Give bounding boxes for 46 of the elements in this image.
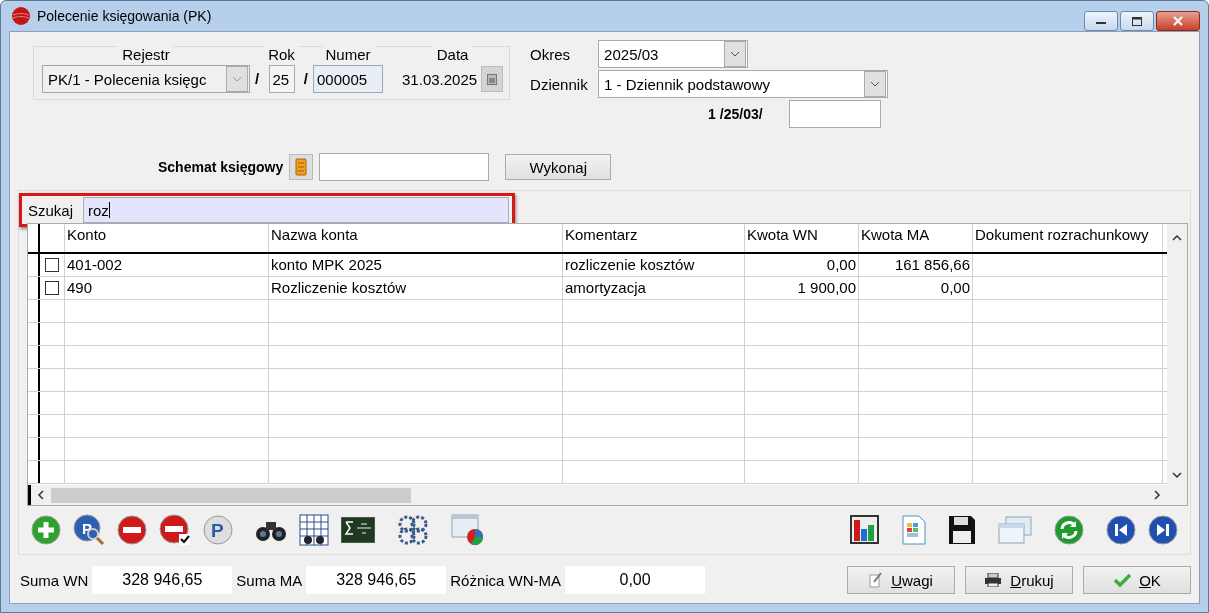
post-button[interactable]: P: [203, 515, 233, 545]
journal-dropdown[interactable]: 1 - Dziennik podstawowy: [598, 70, 889, 98]
field-label: Schemat księgowy: [158, 159, 284, 175]
summary-label: Suma WN: [19, 571, 90, 589]
execute-button[interactable]: Wykonaj: [505, 154, 612, 180]
window-title: Polecenie księgowania (PK): [37, 8, 212, 24]
column-header[interactable]: Kwota MA: [859, 224, 973, 252]
summary-value: 328 946,65: [306, 566, 447, 594]
summary-label: Suma MA: [235, 571, 304, 589]
separator-text: /: [254, 70, 261, 89]
table-cell: 161 856,66: [859, 254, 973, 276]
summary-label: Różnica WN-MA: [449, 571, 563, 589]
field-label: Rejestr: [118, 46, 174, 63]
summary-value: 0,00: [565, 566, 706, 594]
print-button[interactable]: Drukuj: [965, 566, 1073, 594]
field-label: Dziennik: [530, 75, 589, 93]
search-label: Szukaj: [28, 201, 74, 219]
table-cell: rozliczenie kosztów: [563, 254, 745, 276]
period-dropdown[interactable]: 2025/03: [598, 40, 749, 68]
table-cell: 490: [65, 277, 269, 299]
table-cell: 0,00: [745, 254, 859, 276]
year-field[interactable]: 25: [268, 65, 295, 93]
column-header[interactable]: Komentarz: [563, 224, 745, 252]
field-label: Numer: [321, 46, 375, 63]
table-cell: 401-002: [65, 254, 269, 276]
column-header[interactable]: Dokument rozrachunkowy: [973, 224, 1163, 252]
ok-button[interactable]: OK: [1083, 566, 1191, 594]
separator-text: /: [302, 70, 310, 89]
column-header[interactable]: Kwota WN: [745, 224, 859, 252]
table-cell: Rozliczenie kosztów: [269, 277, 563, 299]
table-cell: 0,00: [859, 277, 973, 299]
journal-number-prefix: 1 /25/03/: [708, 106, 763, 122]
search-field[interactable]: roz: [83, 197, 509, 223]
notes-button[interactable]: Uwagi: [847, 566, 955, 594]
column-header[interactable]: Konto: [65, 224, 269, 252]
field-label: Rok: [264, 46, 299, 63]
register-dropdown[interactable]: PK/1 - Polecenia księgc: [42, 65, 250, 93]
field-label: Data: [432, 46, 473, 63]
table-cell: konto MPK 2025: [269, 254, 563, 276]
date-text: 31.03.2025: [402, 70, 478, 88]
column-header[interactable]: Nazwa konta: [269, 224, 563, 252]
field-label: Okres: [530, 45, 572, 63]
number-field[interactable]: 000005: [313, 65, 384, 93]
summary-value: 328 946,65: [92, 566, 233, 594]
table-cell: 1 900,00: [745, 277, 859, 299]
table-cell: amortyzacja: [563, 277, 745, 299]
